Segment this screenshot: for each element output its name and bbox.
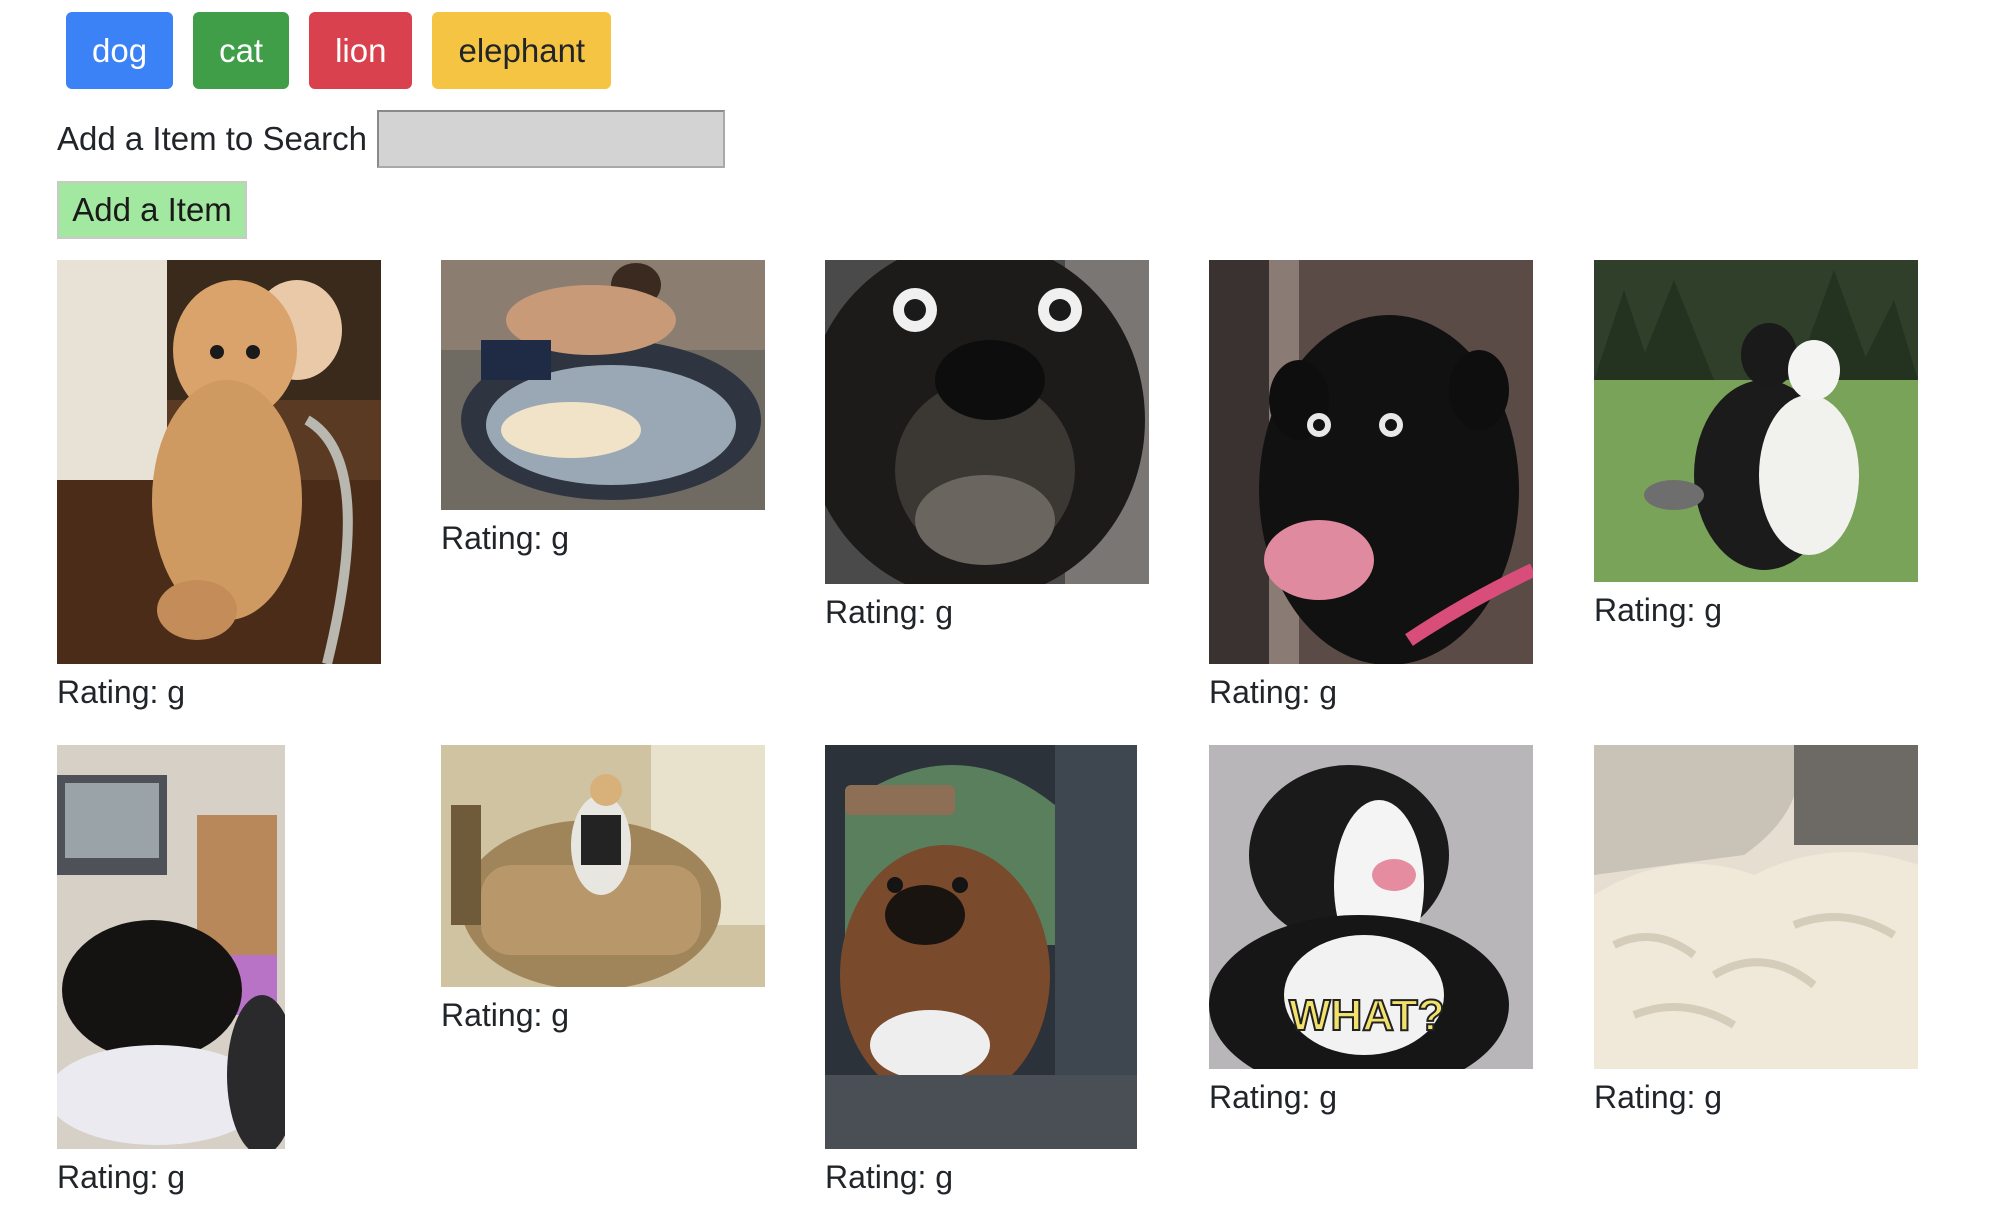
add-item-label: Add a Item to Search — [57, 120, 368, 157]
gif-rating: Rating: g — [1209, 674, 1338, 710]
gif-image[interactable] — [825, 745, 1137, 1149]
topic-button-lion[interactable]: lion — [309, 12, 413, 89]
gif-rating: Rating: g — [1209, 1079, 1338, 1115]
topic-button-elephant[interactable]: elephant — [432, 12, 612, 89]
gif-rating: Rating: g — [1594, 1079, 1723, 1115]
gif-rating: Rating: g — [825, 594, 954, 630]
gif-rating: Rating: g — [825, 1159, 954, 1195]
gif-card: Rating: g — [441, 260, 765, 554]
add-item-row: Add a Item to Search — [57, 110, 726, 168]
gif-image[interactable] — [57, 260, 381, 664]
gif-image[interactable] — [57, 745, 285, 1149]
gif-card: Rating: g — [57, 260, 381, 708]
add-item-button[interactable]: Add a Item — [57, 181, 247, 239]
gif-card: Rating: g — [1594, 745, 1918, 1113]
topic-button-dog[interactable]: dog — [66, 12, 174, 89]
gif-image[interactable] — [1209, 260, 1533, 664]
gif-image[interactable]: WHAT? — [1209, 745, 1533, 1069]
gif-image[interactable] — [1594, 260, 1918, 582]
gif-card: Rating: g — [1209, 260, 1533, 708]
gif-image[interactable] — [441, 260, 765, 510]
gif-image[interactable] — [1594, 745, 1918, 1069]
add-item-input[interactable] — [377, 110, 726, 168]
gif-image[interactable] — [441, 745, 765, 987]
gif-card: Rating: g — [1594, 260, 1918, 626]
gif-card: Rating: g — [57, 745, 285, 1193]
gif-card: Rating: g — [825, 745, 1137, 1193]
gif-rating: Rating: g — [1594, 592, 1723, 628]
gif-image[interactable] — [825, 260, 1149, 584]
gif-card: Rating: g — [825, 260, 1149, 628]
gif-rating: Rating: g — [57, 674, 186, 710]
topic-buttons: dog cat lion elephant — [66, 12, 612, 89]
gif-rating: Rating: g — [441, 520, 570, 556]
gif-rating: Rating: g — [57, 1159, 186, 1195]
what-overlay-text: WHAT? — [1289, 991, 1445, 1040]
gif-card: WHAT? Rating: g — [1209, 745, 1533, 1113]
gif-rating: Rating: g — [441, 997, 570, 1033]
topic-button-cat[interactable]: cat — [193, 12, 290, 89]
gif-card: Rating: g — [441, 745, 765, 1031]
